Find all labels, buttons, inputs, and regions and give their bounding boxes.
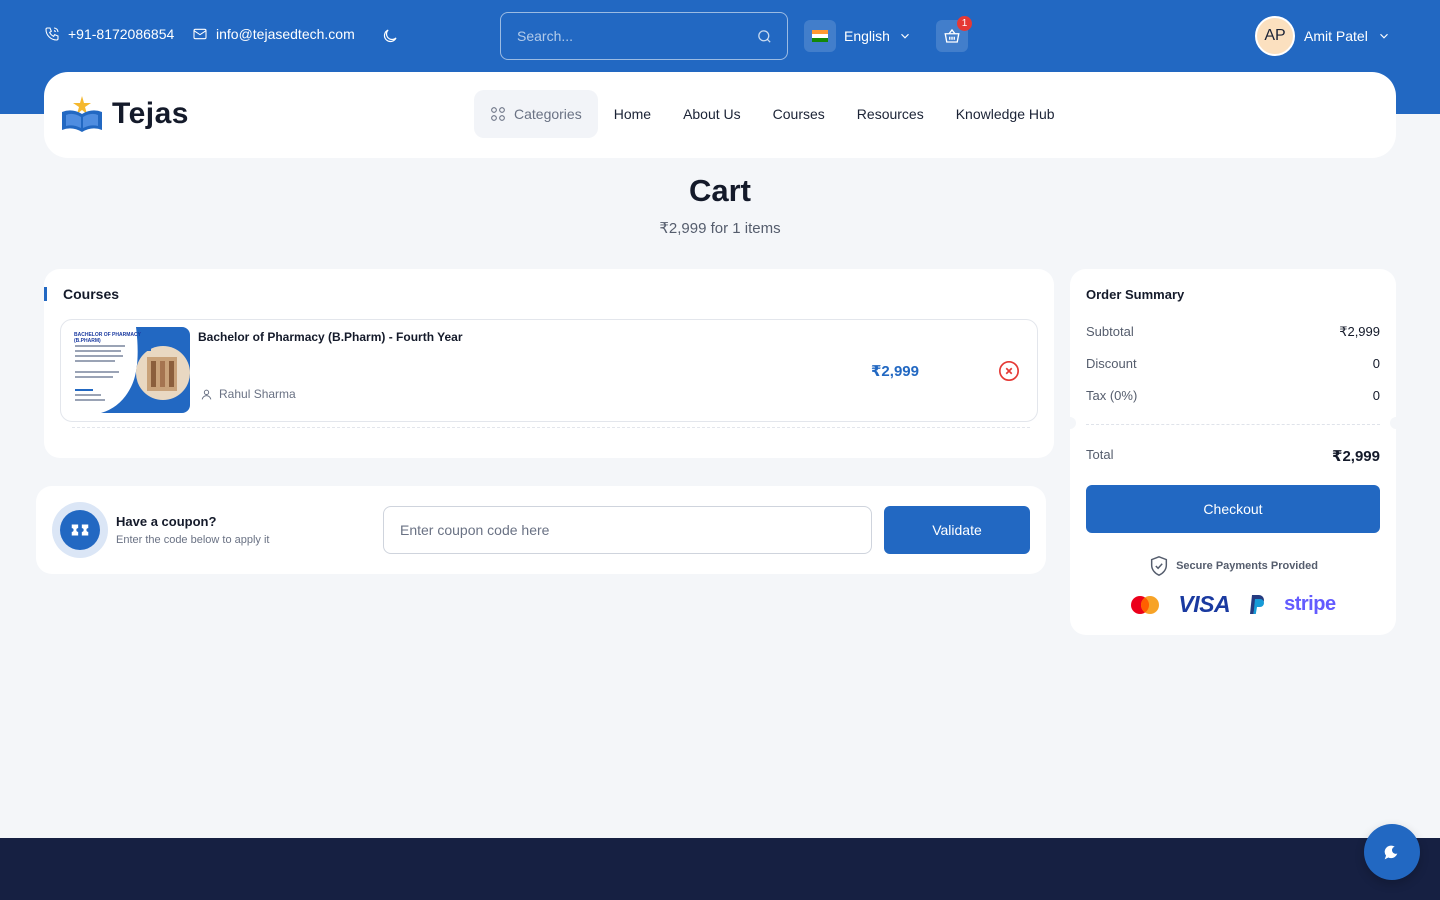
logo-text: Tejas (112, 97, 189, 130)
page-title: Cart (688, 173, 751, 208)
discount-row: Discount 0 (1086, 356, 1380, 371)
coupon-icon-wrapper (52, 502, 108, 558)
categories-button[interactable]: Categories (474, 90, 598, 138)
coupon-code-input[interactable] (383, 506, 872, 554)
tax-value: 0 (1372, 388, 1380, 403)
phone-icon (45, 27, 59, 41)
phone-text: +91-8172086854 (68, 26, 175, 42)
shield-check-icon (1151, 556, 1168, 576)
card-divider (72, 427, 1030, 428)
open-book-logo-icon (62, 96, 102, 132)
courses-section-label: Courses (44, 287, 119, 301)
ticket-icon (60, 510, 100, 550)
subtotal-row: Subtotal ₹2,999 (1086, 324, 1380, 340)
order-summary-title: Order Summary (1086, 287, 1185, 302)
cart-item: BACHELOR OF PHARMACY (B.PHARM) Bachelor … (60, 319, 1038, 422)
total-row: Total ₹2,999 (1086, 447, 1380, 465)
subtotal-value: ₹2,999 (1339, 324, 1380, 339)
mail-icon (193, 28, 207, 40)
validate-button[interactable]: Validate (884, 506, 1030, 554)
paypal-icon (1250, 594, 1265, 614)
discount-value: 0 (1372, 356, 1380, 371)
payment-logos: VISA stripe (1070, 591, 1396, 618)
course-price: ₹2,999 (871, 363, 919, 380)
tax-label: Tax (0%) (1086, 388, 1138, 403)
search-input[interactable] (517, 28, 747, 44)
avatar: AP (1255, 16, 1295, 56)
thumbnail-heading: BACHELOR OF PHARMACY (B.PHARM) (74, 332, 141, 344)
language-label: English (844, 28, 890, 44)
courses-panel: Courses BACHELOR OF PHARMACY (B.PHARM) B… (44, 269, 1054, 458)
discount-label: Discount (1086, 356, 1137, 371)
nav-link-knowledge-hub[interactable]: Knowledge Hub (940, 106, 1071, 122)
india-flag-icon (812, 30, 828, 42)
left-notch (1064, 417, 1076, 429)
search-box (500, 12, 788, 60)
course-author: Rahul Sharma (200, 387, 296, 401)
chat-icon (1384, 845, 1400, 860)
basket-icon (944, 28, 960, 43)
user-icon (201, 389, 212, 400)
cart-count-badge: 1 (957, 16, 972, 31)
visa-icon: VISA (1178, 591, 1231, 617)
course-title[interactable]: Bachelor of Pharmacy (B.Pharm) - Fourth … (198, 330, 463, 344)
total-label: Total (1086, 447, 1114, 462)
user-name: Amit Patel (1304, 28, 1368, 44)
nav-link-courses[interactable]: Courses (757, 106, 841, 122)
order-summary-panel: Order Summary Subtotal ₹2,999 Discount 0… (1064, 269, 1402, 635)
stripe-icon: stripe (1284, 593, 1336, 615)
logo[interactable]: Tejas (60, 94, 189, 134)
summary-divider (1086, 424, 1380, 425)
mastercard-icon (1131, 595, 1160, 614)
language-selector[interactable]: English (804, 20, 912, 52)
right-notch (1390, 417, 1402, 429)
remove-item-icon[interactable] (998, 360, 1020, 382)
chevron-down-icon (1379, 33, 1388, 39)
coupon-title: Have a coupon? (116, 514, 217, 529)
total-value: ₹2,999 (1332, 448, 1380, 465)
chat-button[interactable] (1364, 824, 1420, 880)
secure-payments-note: Secure Payments Provided (1070, 555, 1396, 577)
checkout-button[interactable]: Checkout (1086, 485, 1380, 533)
phone-contact[interactable]: +91-8172086854 (44, 26, 174, 42)
email-contact[interactable]: info@tejasedtech.com (192, 26, 355, 42)
course-thumbnail[interactable]: BACHELOR OF PHARMACY (B.PHARM) (61, 327, 190, 413)
footer (0, 838, 1440, 900)
tax-row: Tax (0%) 0 (1086, 388, 1380, 403)
main-navigation: Tejas Categories Home About Us Courses R… (44, 72, 1396, 158)
coupon-subtitle: Enter the code below to apply it (116, 534, 270, 546)
email-text: info@tejasedtech.com (216, 26, 355, 42)
subtotal-label: Subtotal (1086, 324, 1134, 339)
author-name: Rahul Sharma (219, 387, 296, 401)
categories-label: Categories (514, 106, 582, 122)
grid-icon (491, 107, 505, 121)
user-menu[interactable]: AP Amit Patel (1255, 16, 1391, 56)
nav-menu: Categories Home About Us Courses Resourc… (474, 90, 1071, 138)
page-subtitle: ₹2,999 for 1 items (659, 220, 781, 237)
nav-link-resources[interactable]: Resources (841, 106, 940, 122)
search-icon[interactable] (756, 28, 773, 45)
cart-button[interactable]: 1 (936, 16, 972, 52)
chevron-down-icon (901, 33, 909, 39)
coupon-panel: Have a coupon? Enter the code below to a… (36, 486, 1046, 574)
nav-link-about-us[interactable]: About Us (667, 106, 757, 122)
dark-mode-toggle-icon[interactable] (381, 27, 399, 45)
flag-container (804, 20, 836, 52)
top-bar: +91-8172086854 info@tejasedtech.com Engl… (0, 0, 1440, 72)
secure-payments-text: Secure Payments Provided (1176, 560, 1318, 572)
nav-link-home[interactable]: Home (598, 106, 667, 122)
